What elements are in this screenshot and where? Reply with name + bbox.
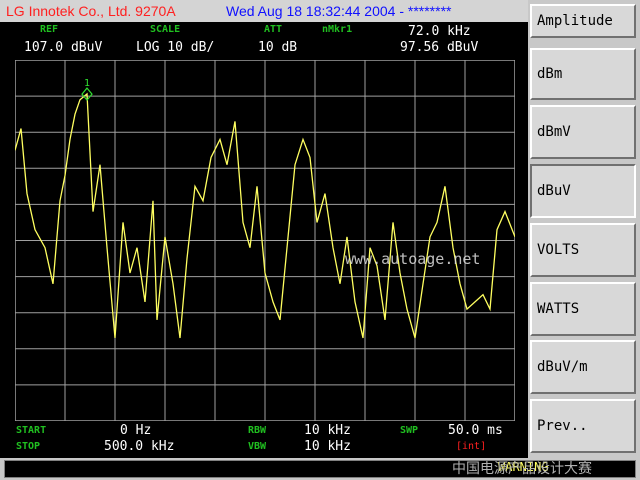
- analyzer-screen: LG Innotek Co., Ltd. 9270A Wed Aug 18 18…: [0, 0, 528, 458]
- softkey-dbuv-per-m[interactable]: dBuV/m: [530, 340, 636, 394]
- manufacturer-label: LG Innotek Co., Ltd. 9270A: [6, 3, 176, 19]
- scale-label: SCALE: [150, 24, 181, 35]
- vbw-value: 10 kHz: [304, 439, 351, 454]
- marker-label: nMkr1: [322, 24, 353, 35]
- stop-label: STOP: [16, 441, 41, 452]
- softkey-dbuv[interactable]: dBuV: [530, 164, 636, 218]
- ref-value: 107.0 dBuV: [24, 40, 103, 55]
- watermark-url: www.autoage.net: [345, 250, 480, 268]
- swp-label: SWP: [400, 425, 419, 436]
- softkey-watts[interactable]: WATTS: [530, 282, 636, 336]
- softkey-panel: Amplitude dBm dBmV dBuV VOLTS WATTS dBuV…: [528, 0, 640, 458]
- start-label: START: [16, 425, 47, 436]
- softkey-label: VOLTS: [537, 242, 580, 258]
- status-bar: WARNING 中国电源产品设计大赛: [0, 458, 640, 480]
- start-value: 0 Hz: [120, 423, 152, 438]
- ref-label: REF: [40, 24, 59, 35]
- marker-number: 1: [84, 78, 90, 89]
- att-label: ATT: [264, 24, 283, 35]
- softkey-label: Prev..: [537, 418, 588, 434]
- rbw-label: RBW: [248, 425, 267, 436]
- softkey-label: dBmV: [537, 124, 571, 140]
- marker-level: 97.56 dBuV: [400, 40, 479, 55]
- datetime-label: Wed Aug 18 18:32:44 2004 - ********: [226, 3, 452, 19]
- softkey-title-label: Amplitude: [537, 13, 613, 29]
- softkey-title-amplitude: Amplitude: [530, 4, 636, 38]
- swp-value: 50.0 ms: [448, 423, 503, 438]
- att-value: 10 dB: [258, 40, 298, 55]
- softkey-dbm[interactable]: dBm: [530, 48, 636, 100]
- softkey-label: dBm: [537, 66, 563, 82]
- marker-freq: 72.0 kHz: [408, 24, 471, 39]
- softkey-dbmv[interactable]: dBmV: [530, 105, 636, 159]
- title-bar: LG Innotek Co., Ltd. 9270A Wed Aug 18 18…: [0, 0, 528, 22]
- softkey-label: dBuV: [537, 183, 571, 199]
- softkey-label: WATTS: [537, 301, 580, 317]
- vbw-label: VBW: [248, 441, 267, 452]
- softkey-volts[interactable]: VOLTS: [530, 223, 636, 277]
- stop-value: 500.0 kHz: [104, 439, 175, 454]
- scale-value: LOG 10 dB/: [136, 40, 215, 55]
- spectrum-display: 1 www.autoage.net: [15, 60, 515, 421]
- rbw-value: 10 kHz: [304, 423, 351, 438]
- softkey-prev[interactable]: Prev..: [530, 399, 636, 453]
- swp-mode: [int]: [456, 441, 487, 452]
- softkey-label: dBuV/m: [537, 359, 588, 375]
- watermark-cn: 中国电源产品设计大赛: [452, 461, 592, 477]
